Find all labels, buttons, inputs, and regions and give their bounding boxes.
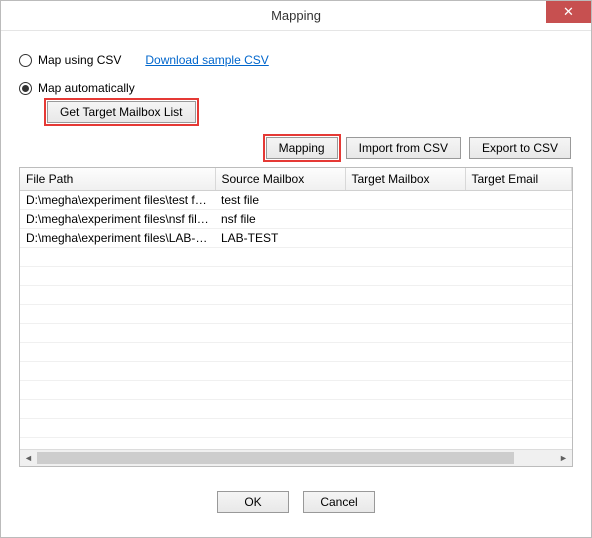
window-title: Mapping [271, 8, 321, 23]
close-button[interactable]: ✕ [546, 1, 591, 23]
option-map-csv-row: Map using CSV Download sample CSV [19, 53, 573, 67]
cell-target-email [465, 191, 572, 210]
mapping-button[interactable]: Mapping [266, 137, 338, 159]
col-source-mailbox[interactable]: Source Mailbox [215, 168, 345, 191]
radio-map-csv-label: Map using CSV [38, 53, 121, 67]
table-row-empty: . [20, 267, 572, 286]
scroll-left-icon[interactable]: ◄ [20, 450, 37, 466]
table-row-empty: . [20, 305, 572, 324]
dialog-footer: OK Cancel [19, 491, 573, 513]
get-target-wrap: Get Target Mailbox List [47, 101, 573, 123]
table-container: File Path Source Mailbox Target Mailbox … [19, 167, 573, 467]
cell-file-path: D:\megha\experiment files\LAB-TEST... [20, 229, 215, 248]
radio-map-auto[interactable] [19, 82, 32, 95]
col-target-mailbox[interactable]: Target Mailbox [345, 168, 465, 191]
table-row-empty: . [20, 419, 572, 438]
ok-button[interactable]: OK [217, 491, 289, 513]
cell-target-email [465, 210, 572, 229]
cell-target-mailbox [345, 210, 465, 229]
download-sample-link[interactable]: Download sample CSV [145, 53, 268, 67]
cell-target-email [465, 229, 572, 248]
cell-source: LAB-TEST [215, 229, 345, 248]
radio-map-auto-label: Map automatically [38, 81, 135, 95]
cell-source: test file [215, 191, 345, 210]
table-row-empty: . [20, 362, 572, 381]
scroll-right-icon[interactable]: ► [555, 450, 572, 466]
table-row-empty: . [20, 248, 572, 267]
table-row-empty: . [20, 400, 572, 419]
cell-file-path: D:\megha\experiment files\test file.nsf [20, 191, 215, 210]
table-row-empty: . [20, 324, 572, 343]
cell-target-mailbox [345, 229, 465, 248]
toolbar: Mapping Import from CSV Export to CSV [19, 137, 573, 159]
titlebar: Mapping ✕ [1, 1, 591, 31]
radio-map-csv[interactable] [19, 54, 32, 67]
import-csv-button[interactable]: Import from CSV [346, 137, 461, 159]
mapping-table: File Path Source Mailbox Target Mailbox … [20, 168, 572, 457]
table-header-row: File Path Source Mailbox Target Mailbox … [20, 168, 572, 191]
table-row[interactable]: D:\megha\experiment files\nsf file.nsf n… [20, 210, 572, 229]
table-row-empty: . [20, 343, 572, 362]
table-row[interactable]: D:\megha\experiment files\test file.nsf … [20, 191, 572, 210]
table-row[interactable]: D:\megha\experiment files\LAB-TEST... LA… [20, 229, 572, 248]
col-file-path[interactable]: File Path [20, 168, 215, 191]
col-target-email[interactable]: Target Email [465, 168, 572, 191]
scroll-track[interactable] [37, 450, 555, 466]
table-row-empty: . [20, 286, 572, 305]
cell-file-path: D:\megha\experiment files\nsf file.nsf [20, 210, 215, 229]
cancel-button[interactable]: Cancel [303, 491, 375, 513]
dialog-content: Map using CSV Download sample CSV Map au… [1, 31, 591, 513]
get-target-mailbox-button[interactable]: Get Target Mailbox List [47, 101, 196, 123]
scroll-thumb[interactable] [37, 452, 514, 464]
cell-source: nsf file [215, 210, 345, 229]
export-csv-button[interactable]: Export to CSV [469, 137, 571, 159]
horizontal-scrollbar[interactable]: ◄ ► [20, 449, 572, 466]
table-row-empty: . [20, 381, 572, 400]
close-icon: ✕ [563, 4, 574, 20]
option-map-auto-row: Map automatically [19, 81, 573, 95]
cell-target-mailbox [345, 191, 465, 210]
table-body: D:\megha\experiment files\test file.nsf … [20, 191, 572, 457]
